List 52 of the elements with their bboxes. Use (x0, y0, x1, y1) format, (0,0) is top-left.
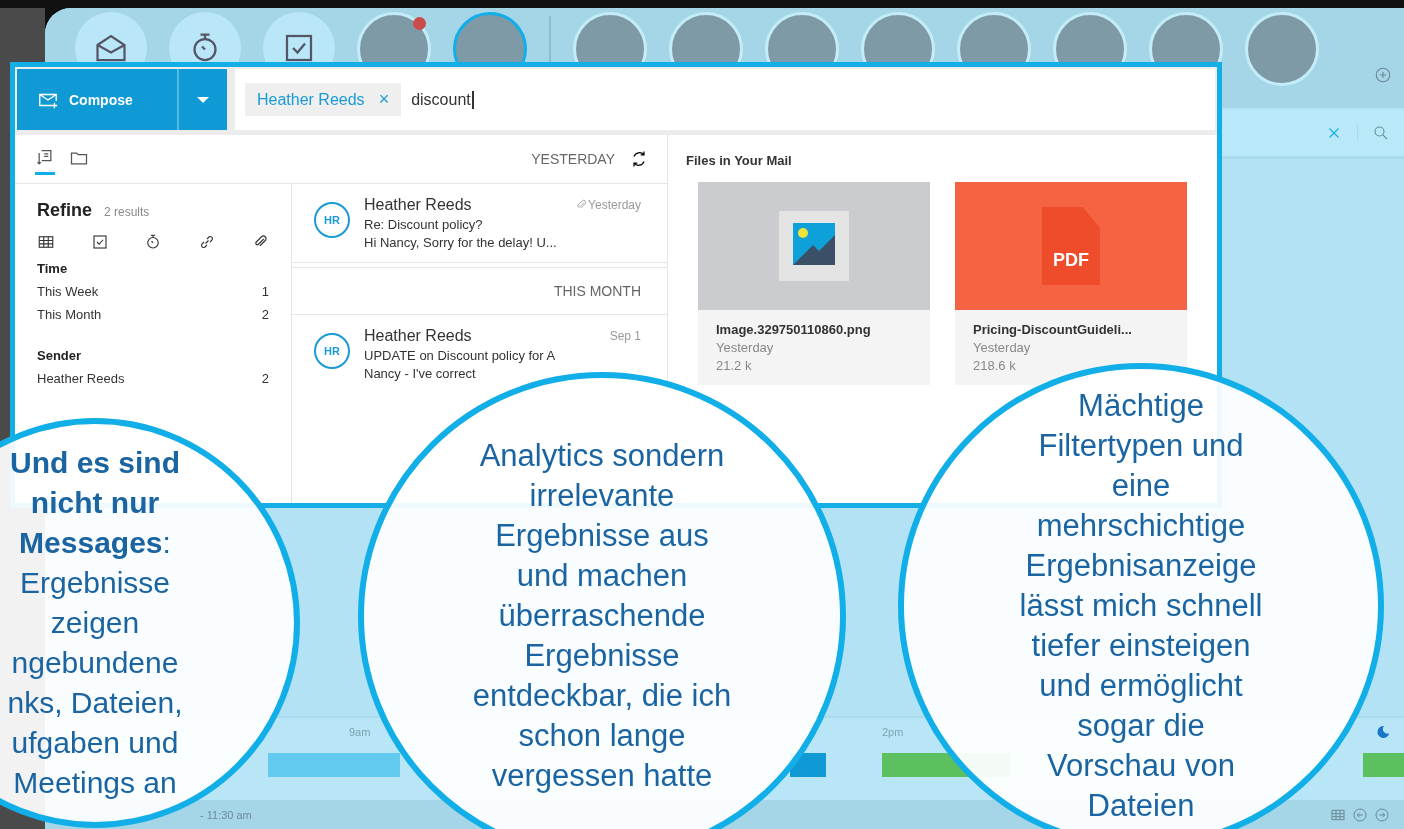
file-card[interactable]: Image.329750110860.png Yesterday 21.2 k (698, 182, 930, 385)
file-size: 218.6 k (973, 358, 1017, 373)
message-date: Yesterday (588, 198, 641, 212)
message-subject: UPDATE on Discount policy for A (364, 348, 557, 363)
message-subject: Re: Discount policy? (364, 217, 484, 232)
file-size: 21.2 k (716, 358, 753, 373)
time-range: - 11:30 am (200, 808, 252, 821)
hour-label: 9am (349, 726, 371, 738)
message-preview: Hi Nancy, Sorry for the delay! U... (364, 235, 558, 250)
file-name: Pricing-DiscountGuideli... (973, 322, 1133, 337)
refine-title: Refine (37, 200, 92, 221)
message-date: Sep 1 (609, 329, 641, 343)
section-heading: THIS MONTH (553, 283, 641, 299)
group-title: Time (37, 261, 69, 276)
chip-label: Heather Reeds (257, 90, 365, 109)
sender-name: Heather Reeds (364, 196, 473, 214)
filter-option[interactable]: This Month (37, 307, 102, 322)
callout-text: Analytics sondern irrelevante Ergebnisse aus und machen überraschende Ergebnisse entdeckbar, die ich schon lange vergessen hatte (472, 437, 732, 795)
group-title: Sender (37, 348, 83, 363)
filter-button[interactable] (144, 233, 162, 251)
file-card[interactable]: PDF Pricing-DiscountGuideli... Yesterday 218.6 k (955, 182, 1187, 385)
stopwatch-icon (144, 233, 162, 251)
option-count: 2 (261, 371, 269, 386)
checkbox-icon (90, 233, 109, 251)
table-icon (37, 233, 55, 251)
add-icon (1374, 66, 1392, 84)
search-query: discount (411, 90, 474, 109)
initials-avatar: HR (314, 333, 350, 369)
callout-text: Mächtige Filtertypen und eine mehrschichtige Ergebnisanzeige lässt mich schnell tiefer einsteigen und ermöglicht sogar die Vorschau von Dateien (1019, 387, 1263, 825)
sender-name: Heather Reeds (364, 327, 473, 345)
option-count: 2 (261, 307, 269, 322)
message-preview: Nancy - I've correct (364, 366, 477, 381)
file-date: Yesterday (716, 340, 775, 355)
search-icon (1372, 124, 1390, 142)
filter-option[interactable]: Heather Reeds (37, 371, 125, 386)
result-count: 2 results (104, 205, 150, 219)
filter-button[interactable] (37, 233, 55, 251)
image-file-icon (779, 211, 849, 281)
files-title: Files in Your Mail (686, 153, 793, 168)
caret-icon (197, 96, 209, 103)
file-name: Image.329750110860.png (716, 322, 872, 337)
file-date: Yesterday (973, 340, 1032, 355)
initials-avatar: HR (314, 202, 350, 238)
pdf-icon: PDF (1042, 207, 1100, 285)
option-count: 1 (261, 284, 269, 299)
section-heading: YESTERDAY (531, 151, 615, 167)
search-field[interactable]: Heather Reeds × discount (235, 69, 1215, 130)
hour-label: 2pm (882, 726, 904, 738)
message-item[interactable]: HR Heather Reeds Yesterday Re: Discount policy? Hi Nancy, Sorry for the delay! U... (292, 184, 667, 263)
filter-option[interactable]: This Week (37, 284, 99, 299)
callout-text: Und es sind nicht nur Messages: Ergebnisse zeigen ngebundene nks, Dateien, ufgaben und Meetings an (7, 445, 183, 801)
filter-button[interactable] (90, 233, 109, 251)
